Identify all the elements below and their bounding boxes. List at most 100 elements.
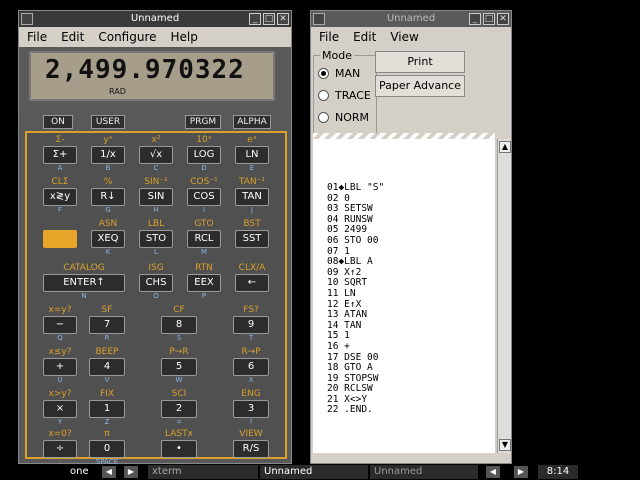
key-0-4[interactable]: eˣ LN E <box>235 135 269 175</box>
key-label[interactable]: COS <box>187 188 221 206</box>
key-4-3[interactable]: FS? 9 T <box>233 305 269 345</box>
key-2-2[interactable]: LBL STO L <box>139 219 173 259</box>
menu-edit[interactable]: Edit <box>353 30 376 44</box>
prgm-button[interactable]: PRGM <box>185 115 221 129</box>
key-5-0[interactable]: x≤y? + U <box>43 347 77 387</box>
key-1-1[interactable]: % R↓ G <box>91 177 125 217</box>
key-0-3[interactable]: 10ˣ LOG D <box>187 135 221 175</box>
key-2-1[interactable]: ASN XEQ K <box>91 219 125 259</box>
window-menu-icon[interactable] <box>21 13 33 25</box>
key-6-1[interactable]: FIX 1 Z <box>89 389 125 429</box>
key-6-3[interactable]: ENG 3? <box>233 389 269 429</box>
key-label[interactable]: TAN <box>235 188 269 206</box>
key-7-1[interactable]: π 0 SPACE <box>89 429 125 469</box>
key-label[interactable]: R↓ <box>91 188 125 206</box>
scroll-down-icon[interactable]: ▼ <box>499 439 511 451</box>
user-button[interactable]: USER <box>91 115 125 129</box>
mode-norm-radio[interactable]: NORM <box>318 110 369 124</box>
key-label[interactable]: • <box>161 440 197 458</box>
print-button[interactable]: Print <box>375 51 465 73</box>
key-7-0[interactable]: x=0? ÷: <box>43 429 77 469</box>
key-0-2[interactable]: x² √x C <box>139 135 173 175</box>
key-label[interactable]: ENTER↑ <box>43 274 125 292</box>
key-6-2[interactable]: SCI 2 = <box>161 389 197 429</box>
paper-output[interactable]: 01◆LBL "S" 02 0 03 SETSW 04 RUNSW 05 2499 06 … <box>313 139 495 453</box>
key-0-0[interactable]: Σ- Σ+ A <box>43 135 77 175</box>
task-xterm[interactable]: xterm <box>148 465 258 479</box>
key-label[interactable]: 7 <box>89 316 125 334</box>
key-label[interactable]: 1 <box>89 400 125 418</box>
close-icon[interactable]: ✕ <box>277 13 289 25</box>
key-1-0[interactable]: CLΣ x≷y F <box>43 177 77 217</box>
key-label[interactable]: 1/x <box>91 146 125 164</box>
minimize-icon[interactable]: _ <box>249 13 261 25</box>
shift-key[interactable] <box>43 219 77 259</box>
key-label[interactable]: − <box>43 316 77 334</box>
key-4-1[interactable]: SF 7 R <box>89 305 125 345</box>
task-unnamed-calculator[interactable]: Unnamed <box>260 465 368 479</box>
key-3-1[interactable]: ISG CHS O <box>139 263 173 303</box>
key-label[interactable]: SIN <box>139 188 173 206</box>
key-4-2[interactable]: CF 8 S <box>161 305 197 345</box>
workspace-next-icon[interactable]: ▶ <box>124 466 138 478</box>
scroll-up-icon[interactable]: ▲ <box>499 141 511 153</box>
window-menu-icon[interactable] <box>313 13 325 25</box>
key-5-2[interactable]: P→R 5 W <box>161 347 197 387</box>
key-label[interactable]: EEX <box>187 274 221 292</box>
calculator-titlebar[interactable]: Unnamed _ □ ✕ <box>19 11 291 27</box>
key-7-2[interactable]: LASTx •, <box>161 429 197 469</box>
key-label[interactable]: XEQ <box>91 230 125 248</box>
maximize-icon[interactable]: □ <box>483 13 495 25</box>
paper-advance-button[interactable]: Paper Advance <box>375 75 465 97</box>
key-label[interactable]: 0 <box>89 440 125 458</box>
printer-titlebar[interactable]: Unnamed _ □ ✕ <box>311 11 511 27</box>
key-label[interactable]: × <box>43 400 77 418</box>
task-prev-icon[interactable]: ◀ <box>486 466 500 478</box>
menu-configure[interactable]: Configure <box>98 30 156 44</box>
key-7-3[interactable]: VIEW R/S <box>233 429 269 469</box>
key-label[interactable]: 6 <box>233 358 269 376</box>
menu-file[interactable]: File <box>319 30 339 44</box>
menu-view[interactable]: View <box>390 30 418 44</box>
key-3-2[interactable]: RTN EEX P <box>187 263 221 303</box>
key-label[interactable]: LOG <box>187 146 221 164</box>
key-label[interactable]: ÷ <box>43 440 77 458</box>
key-0-1[interactable]: yˣ 1/x B <box>91 135 125 175</box>
key-5-1[interactable]: BEEP 4 V <box>89 347 125 387</box>
key-2-3[interactable]: GTO RCL M <box>187 219 221 259</box>
key-label[interactable]: x≷y <box>43 188 77 206</box>
key-6-0[interactable]: x>y? × Y <box>43 389 77 429</box>
key-label[interactable]: Σ+ <box>43 146 77 164</box>
task-next-icon[interactable]: ▶ <box>514 466 528 478</box>
key-label[interactable]: √x <box>139 146 173 164</box>
maximize-icon[interactable]: □ <box>263 13 275 25</box>
vertical-scrollbar[interactable]: ▲ ▼ <box>497 139 511 453</box>
key-label[interactable]: 9 <box>233 316 269 334</box>
key-1-4[interactable]: TAN⁻¹ TAN J <box>235 177 269 217</box>
key-label[interactable]: LN <box>235 146 269 164</box>
close-icon[interactable]: ✕ <box>497 13 509 25</box>
key-2-4[interactable]: BST SST <box>235 219 269 259</box>
menu-file[interactable]: File <box>27 30 47 44</box>
minimize-icon[interactable]: _ <box>469 13 481 25</box>
mode-man-radio[interactable]: MAN <box>318 66 360 80</box>
key-1-2[interactable]: SIN⁻¹ SIN H <box>139 177 173 217</box>
key-label[interactable]: STO <box>139 230 173 248</box>
key-label[interactable]: RCL <box>187 230 221 248</box>
key-label[interactable] <box>43 230 77 248</box>
key-3-0[interactable]: CATALOG ENTER↑ N <box>43 263 125 303</box>
key-5-3[interactable]: R→P 6 X <box>233 347 269 387</box>
workspace-prev-icon[interactable]: ◀ <box>102 466 116 478</box>
workspace-label[interactable]: one <box>66 465 96 479</box>
key-1-3[interactable]: COS⁻¹ COS I <box>187 177 221 217</box>
key-label[interactable]: CHS <box>139 274 173 292</box>
menu-edit[interactable]: Edit <box>61 30 84 44</box>
mode-trace-radio[interactable]: TRACE <box>318 88 371 102</box>
key-label[interactable]: 4 <box>89 358 125 376</box>
key-label[interactable]: R/S <box>233 440 269 458</box>
on-button[interactable]: ON <box>43 115 73 129</box>
key-3-3[interactable]: CLX/A ← <box>235 263 269 303</box>
key-label[interactable]: ← <box>235 274 269 292</box>
key-label[interactable]: 8 <box>161 316 197 334</box>
key-label[interactable]: 5 <box>161 358 197 376</box>
